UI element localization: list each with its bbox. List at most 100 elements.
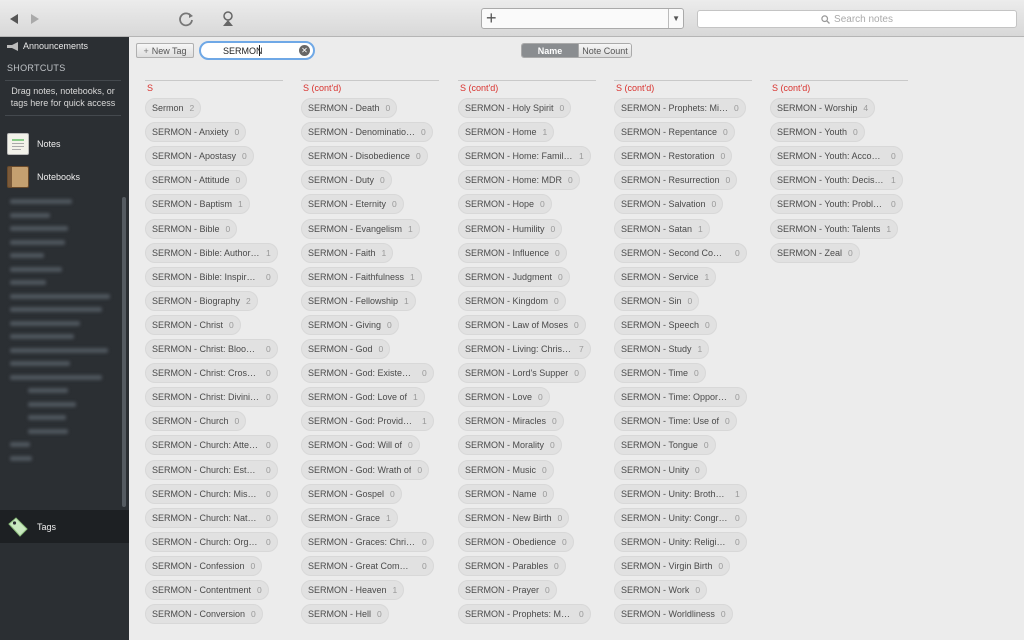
tag-pill[interactable]: SERMON - Time: Opport… 0 <box>614 387 747 408</box>
tag-pill[interactable]: SERMON - Living: Christi… 7 <box>458 339 591 360</box>
sidebar-item-notes[interactable]: Notes <box>7 133 61 155</box>
tag-pill[interactable]: SERMON - Anxiety 0 <box>145 122 247 143</box>
tag-pill[interactable]: SERMON - Salvation 0 <box>614 194 724 215</box>
tag-pill[interactable]: SERMON - Time: Use of 0 <box>614 411 737 432</box>
forward-arrow-icon[interactable] <box>25 9 45 29</box>
tag-pill[interactable]: SERMON - Time 0 <box>614 363 706 384</box>
tag-pill[interactable]: SERMON - Influence 0 <box>458 242 567 263</box>
notebook-item[interactable] <box>10 452 120 466</box>
tag-pill[interactable]: SERMON - Youth: Proble… 0 <box>770 194 903 215</box>
tag-pill[interactable]: SERMON - God: Love of 1 <box>301 387 425 408</box>
tag-pill[interactable]: SERMON - Prophets: Mi… 0 <box>614 98 746 119</box>
tag-pill[interactable]: SERMON - Christ 0 <box>145 314 241 335</box>
notebook-item[interactable] <box>10 371 120 385</box>
tag-pill[interactable]: SERMON - Resurrection 0 <box>614 170 738 191</box>
tag-pill[interactable]: SERMON - Biography 2 <box>145 290 258 311</box>
tag-pill[interactable]: SERMON - Bible: Inspira… 0 <box>145 266 278 287</box>
chevron-down-icon[interactable]: ▼ <box>672 14 680 23</box>
notebook-item[interactable] <box>10 425 120 439</box>
tag-pill[interactable]: SERMON - Grace 1 <box>301 507 398 528</box>
tag-pill[interactable]: SERMON - Virgin Birth 0 <box>614 555 731 576</box>
tag-pill[interactable]: SERMON - Conversion 0 <box>145 604 263 625</box>
tag-pill[interactable]: SERMON - Law of Moses 0 <box>458 314 586 335</box>
notebook-item[interactable] <box>10 209 120 223</box>
tag-pill[interactable]: SERMON - Obedience 0 <box>458 531 574 552</box>
tag-pill[interactable]: SERMON - God: Wrath of 0 <box>301 459 430 480</box>
notebook-item[interactable] <box>10 384 120 398</box>
tag-pill[interactable]: SERMON - Unity: Religio… 0 <box>614 531 747 552</box>
sync-icon[interactable] <box>176 9 196 29</box>
tag-pill[interactable]: SERMON - Study 1 <box>614 339 710 360</box>
tag-pill[interactable]: SERMON - Youth: Accou… 0 <box>770 146 903 167</box>
tag-pill[interactable]: SERMON - Home: MDR 0 <box>458 170 580 191</box>
tag-pill[interactable]: SERMON - Church: Natu… 0 <box>145 507 278 528</box>
notebook-item[interactable] <box>10 276 120 290</box>
tag-pill[interactable]: SERMON - Church 0 <box>145 411 247 432</box>
tag-pill[interactable]: SERMON - Parables 0 <box>458 555 566 576</box>
tag-pill[interactable]: SERMON - Judgment 0 <box>458 266 570 287</box>
sidebar-item-notebooks[interactable]: Notebooks <box>7 166 80 188</box>
tag-pill[interactable]: SERMON - Church: Orga… 0 <box>145 531 278 552</box>
tag-pill[interactable]: SERMON - Attitude 0 <box>145 170 248 191</box>
tag-pill[interactable]: SERMON - Church: Atten… 0 <box>145 435 278 456</box>
tag-pill[interactable]: SERMON - Humility 0 <box>458 218 563 239</box>
tag-pill[interactable]: SERMON - Baptism 1 <box>145 194 250 215</box>
tag-pill[interactable]: SERMON - Evangelism 1 <box>301 218 420 239</box>
tag-pill[interactable]: SERMON - Christ: Blood of 0 <box>145 339 278 360</box>
tag-pill[interactable]: SERMON - Worldliness 0 <box>614 604 733 625</box>
search-input[interactable]: Search notes <box>697 10 1017 28</box>
tag-pill[interactable]: SERMON - Death 0 <box>301 98 398 119</box>
notebook-item[interactable] <box>10 330 120 344</box>
tag-pill[interactable]: SERMON - Denominatio… 0 <box>301 122 433 143</box>
tag-pill[interactable]: SERMON - Faithfulness 1 <box>301 266 422 287</box>
tag-filter-input[interactable]: SERMON ✕ <box>199 41 315 60</box>
notebook-item[interactable] <box>10 195 120 209</box>
tag-pill[interactable]: SERMON - Second Comi… 0 <box>614 242 747 263</box>
tag-pill[interactable]: SERMON - Work 0 <box>614 579 708 600</box>
notebook-item[interactable] <box>10 236 120 250</box>
tag-pill[interactable]: SERMON - Youth: Decisi… 1 <box>770 170 903 191</box>
tag-pill[interactable]: SERMON - Contentment 0 <box>145 579 269 600</box>
notebook-item[interactable] <box>10 357 120 371</box>
work-chat-icon[interactable] <box>218 9 238 29</box>
tag-pill[interactable]: SERMON - Gospel 0 <box>301 483 402 504</box>
new-tag-button[interactable]: + New Tag <box>136 43 194 58</box>
tag-pill[interactable]: SERMON - Unity: Congre… 0 <box>614 507 747 528</box>
tag-pill[interactable]: SERMON - Satan 1 <box>614 218 710 239</box>
tag-pill[interactable]: SERMON - Faith 1 <box>301 242 394 263</box>
tag-pill[interactable]: SERMON - Youth: Talents 1 <box>770 218 899 239</box>
tag-pill[interactable]: SERMON - Worship 4 <box>770 98 876 119</box>
notebook-item[interactable] <box>10 398 120 412</box>
tag-pill[interactable]: SERMON - Hope 0 <box>458 194 552 215</box>
tag-pill[interactable]: SERMON - Prayer 0 <box>458 579 557 600</box>
tag-pill[interactable]: SERMON - Confession 0 <box>145 555 263 576</box>
sort-by-name-button[interactable]: Name <box>522 44 578 57</box>
tag-pill[interactable]: SERMON - Restoration 0 <box>614 146 733 167</box>
tag-pill[interactable]: SERMON - Home: Family… 1 <box>458 146 591 167</box>
tag-pill[interactable]: SERMON - God: Will of 0 <box>301 435 420 456</box>
tag-pill[interactable]: SERMON - Great Commi… 0 <box>301 555 434 576</box>
tag-pill[interactable]: SERMON - Tongue 0 <box>614 435 716 456</box>
tag-pill[interactable]: SERMON - Morality 0 <box>458 435 562 456</box>
tag-pill[interactable]: SERMON - Church: Esta… 0 <box>145 459 278 480</box>
tag-pill[interactable]: SERMON - Lord's Supper 0 <box>458 363 586 384</box>
tag-pill[interactable]: SERMON - Graces: Chris… 0 <box>301 531 434 552</box>
sidebar-item-tags[interactable]: Tags <box>0 510 129 543</box>
tag-pill[interactable]: SERMON - Music 0 <box>458 459 554 480</box>
tag-pill[interactable]: SERMON - Sin 0 <box>614 290 700 311</box>
tag-pill[interactable]: SERMON - Kingdom 0 <box>458 290 566 311</box>
tag-pill[interactable]: SERMON - Service 1 <box>614 266 717 287</box>
new-note-button[interactable]: + ▼ <box>481 8 684 29</box>
notebook-item[interactable] <box>10 249 120 263</box>
notebook-item[interactable] <box>10 344 120 358</box>
tag-pill[interactable]: SERMON - Holy Spirit 0 <box>458 98 572 119</box>
tag-pill[interactable]: SERMON - Hell 0 <box>301 604 389 625</box>
tag-pill[interactable]: SERMON - Giving 0 <box>301 314 399 335</box>
tag-pill[interactable]: SERMON - Zeal 0 <box>770 242 860 263</box>
tag-pill[interactable]: SERMON - Name 0 <box>458 483 555 504</box>
tag-pill[interactable]: SERMON - Love 0 <box>458 387 550 408</box>
notebook-item[interactable] <box>10 317 120 331</box>
sidebar-scrollbar[interactable] <box>122 197 126 507</box>
tag-pill[interactable]: SERMON - Apostasy 0 <box>145 146 254 167</box>
notebook-item[interactable] <box>10 263 120 277</box>
